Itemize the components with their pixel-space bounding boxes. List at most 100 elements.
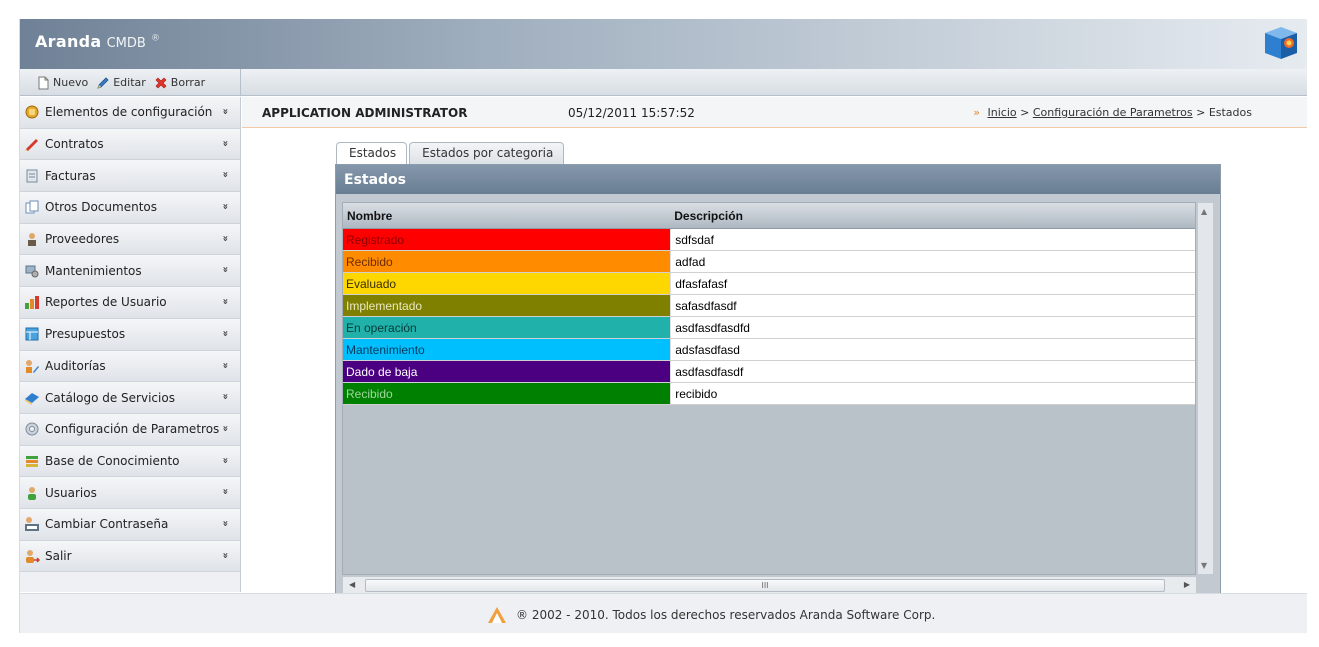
chevron-down-icon: »: [219, 456, 231, 464]
chevron-down-icon: »: [219, 425, 231, 432]
current-datetime: 05/12/2011 15:57:52: [568, 106, 695, 120]
chevron-down-icon: »: [219, 520, 231, 527]
sidebar-item-salir[interactable]: Salir »: [20, 540, 240, 573]
sidebar-item-usuarios[interactable]: Usuarios »: [20, 477, 240, 509]
edit-button[interactable]: Editar: [96, 76, 146, 90]
table-row[interactable]: Mantenimiento adsfasdfasd: [343, 339, 1195, 361]
cell-descripcion: safasdfasdf: [670, 295, 1195, 316]
sidebar-item-auditorias[interactable]: Auditorías »: [20, 350, 240, 383]
breadcrumb: » Inicio > Configuración de Parametros >…: [973, 106, 1252, 119]
sidebar-item-label: Facturas: [45, 168, 96, 183]
chevron-down-icon: »: [219, 551, 231, 559]
cell-descripcion: dfasfafasf: [670, 273, 1195, 294]
scroll-down-icon[interactable]: ▼: [1201, 561, 1207, 570]
config-elements-icon: [25, 105, 39, 119]
brand-name: Aranda: [35, 32, 102, 51]
pencil-icon: [97, 76, 109, 89]
sidebar-item-contratos[interactable]: Contratos »: [20, 128, 240, 161]
chevron-down-icon: »: [219, 266, 231, 274]
knowledge-base-icon: [26, 455, 38, 467]
cell-descripcion: recibido: [670, 383, 1195, 404]
chevron-down-icon: »: [219, 139, 231, 147]
sidebar-item-configuracion-parametros[interactable]: Configuración de Parametros »: [20, 413, 240, 446]
sidebar-item-label: Reportes de Usuario: [45, 295, 167, 310]
cmdb-cube-icon: [1265, 27, 1297, 59]
column-header-nombre[interactable]: Nombre: [343, 203, 670, 228]
breadcrumb-home-link[interactable]: Inicio: [988, 106, 1017, 119]
current-user: APPLICATION ADMINISTRATOR: [262, 106, 468, 120]
scroll-left-icon[interactable]: ◀: [349, 580, 355, 589]
vertical-scrollbar[interactable]: ▲ ▼: [1197, 202, 1214, 575]
table-row[interactable]: Implementado safasdfasdf: [343, 295, 1195, 317]
cell-nombre: Dado de baja: [343, 361, 671, 382]
breadcrumb-separator: >: [1020, 106, 1030, 119]
toolbar: Nuevo Editar Borrar: [20, 69, 1307, 96]
breadcrumb-arrow-icon: »: [973, 106, 980, 119]
cell-nombre: Recibido: [343, 383, 671, 404]
sidebar-item-cambiar-contrasena[interactable]: Cambiar Contraseña »: [20, 508, 240, 541]
delete-button-label: Borrar: [170, 76, 206, 89]
table-row[interactable]: En operación asdfasdfasdfd: [343, 317, 1195, 339]
sidebar-item-facturas[interactable]: Facturas »: [20, 160, 240, 193]
cell-descripcion: adsfasdfasd: [670, 339, 1195, 360]
table-row[interactable]: Recibido adfad: [343, 251, 1195, 273]
logout-icon: [26, 549, 40, 563]
sidebar-item-label: Usuarios: [45, 485, 97, 500]
delete-x-icon: [155, 77, 167, 88]
grid-body: Registrado sdfsdaf Recibido adfad Evaluado df…: [343, 229, 1195, 405]
delete-button[interactable]: Borrar: [154, 76, 205, 90]
footer-copyright: ® 2002 - 2010. Todos los derechos reserv…: [516, 608, 936, 622]
sidebar-item-mantenimientos[interactable]: Mantenimientos »: [20, 255, 240, 288]
reports-icon: [25, 296, 39, 310]
footer-content: ® 2002 - 2010. Todos los derechos reserv…: [486, 605, 935, 625]
chevron-down-icon: »: [219, 393, 231, 400]
chevron-down-icon: »: [219, 108, 231, 115]
cell-nombre: Evaluado: [343, 273, 671, 294]
cell-nombre: En operación: [343, 317, 671, 338]
sidebar-item-proveedores[interactable]: Proveedores »: [20, 223, 240, 256]
sidebar-item-label: Auditorías: [45, 358, 106, 373]
breadcrumb-separator: >: [1196, 106, 1206, 119]
sidebar-item-presupuestos[interactable]: Presupuestos »: [20, 318, 240, 351]
table-row[interactable]: Registrado sdfsdaf: [343, 229, 1195, 251]
scrollbar-thumb[interactable]: III: [365, 579, 1165, 592]
chevron-down-icon: »: [219, 298, 231, 305]
new-button[interactable]: Nuevo: [36, 76, 88, 90]
sidebar-item-label: Presupuestos: [45, 327, 126, 342]
new-button-label: Nuevo: [53, 76, 89, 89]
sidebar-item-label: Contratos: [45, 137, 104, 152]
chevron-down-icon: »: [219, 488, 231, 495]
sidebar-item-otros-documentos[interactable]: Otros Documentos »: [20, 192, 240, 224]
scroll-right-icon[interactable]: ▶: [1184, 580, 1190, 589]
sidebar-item-label: Mantenimientos: [45, 263, 142, 278]
table-row[interactable]: Dado de baja asdfasdfasdf: [343, 361, 1195, 383]
maintenance-icon: [25, 265, 39, 278]
chevron-down-icon: »: [219, 330, 231, 337]
sidebar-nav: Elementos de configuración » Contratos »…: [20, 97, 241, 592]
column-header-descripcion[interactable]: Descripción: [670, 203, 1195, 228]
sidebar-item-catalogo-servicios[interactable]: Catálogo de Servicios »: [20, 382, 240, 414]
chevron-down-icon: »: [219, 171, 231, 179]
table-row[interactable]: Evaluado dfasfafasf: [343, 273, 1195, 295]
sidebar-item-elementos-configuracion[interactable]: Elementos de configuración »: [20, 97, 240, 129]
audit-icon: [26, 359, 39, 373]
sidebar-item-label: Base de Conocimiento: [45, 453, 180, 468]
documents-icon: [25, 200, 39, 214]
tab-estados[interactable]: Estados: [336, 142, 408, 164]
aranda-logo-icon: [488, 607, 506, 623]
info-bar: APPLICATION ADMINISTRATOR 05/12/2011 15:…: [242, 97, 1307, 128]
breadcrumb-config-link[interactable]: Configuración de Parametros: [1033, 106, 1193, 119]
sidebar-item-reportes-usuario[interactable]: Reportes de Usuario »: [20, 287, 240, 319]
cell-descripcion: sdfsdaf: [670, 229, 1195, 250]
tab-estados-por-categoria[interactable]: Estados por categoria: [409, 142, 565, 164]
users-icon: [28, 486, 36, 500]
grid-header: Nombre Descripción: [343, 203, 1195, 229]
scroll-up-icon[interactable]: ▲: [1201, 207, 1207, 216]
providers-icon: [28, 233, 36, 247]
cell-nombre: Recibido: [343, 251, 671, 272]
settings-gear-icon: [25, 422, 39, 436]
sidebar-item-label: Catálogo de Servicios: [45, 390, 175, 405]
sidebar-item-label: Salir: [45, 548, 72, 563]
table-row[interactable]: Recibido recibido: [343, 383, 1195, 405]
sidebar-item-base-conocimiento[interactable]: Base de Conocimiento »: [20, 445, 240, 478]
